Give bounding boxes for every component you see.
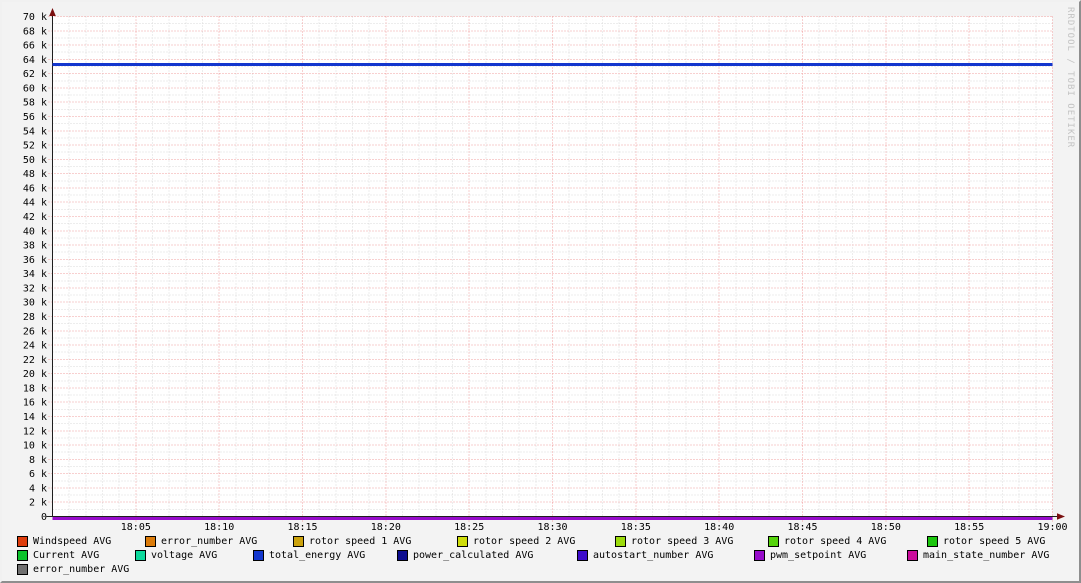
y-tick-label: 28 k bbox=[23, 312, 47, 323]
y-tick-label: 32 k bbox=[23, 283, 47, 294]
y-tick-label: 64 k bbox=[23, 55, 47, 66]
x-tick-label: 18:45 bbox=[787, 522, 817, 533]
x-tick-label: 19:00 bbox=[1037, 522, 1067, 533]
y-tick-label: 66 k bbox=[23, 41, 47, 52]
x-tick-label: 18:50 bbox=[871, 522, 901, 533]
y-tick-label: 24 k bbox=[23, 341, 47, 352]
y-tick-label: 68 k bbox=[23, 26, 47, 37]
x-tick-label: 18:25 bbox=[454, 522, 484, 533]
y-tick-label: 14 k bbox=[23, 412, 47, 423]
y-tick-label: 34 k bbox=[23, 269, 47, 280]
y-axis-arrow bbox=[49, 8, 56, 16]
y-tick-label: 70 k bbox=[23, 12, 47, 23]
y-tick-label: 0 bbox=[41, 512, 47, 523]
x-tick-label: 18:15 bbox=[287, 522, 317, 533]
y-tick-label: 54 k bbox=[23, 126, 47, 137]
x-tick-label: 18:55 bbox=[954, 522, 984, 533]
y-tick-label: 42 k bbox=[23, 212, 47, 223]
x-axis-arrow bbox=[1057, 513, 1065, 520]
y-tick-label: 58 k bbox=[23, 98, 47, 109]
y-tick-label: 26 k bbox=[23, 326, 47, 337]
y-tick-label: 20 k bbox=[23, 369, 47, 380]
y-tick-label: 56 k bbox=[23, 112, 47, 123]
rrdtool-graph: 0 2 k 4 k 6 k 8 k 10 k 12 k 14 k 16 k 18 k 20 k 22 … bbox=[0, 0, 1081, 583]
x-tick-label: 18:10 bbox=[204, 522, 234, 533]
watermark-text: RRDTOOL / TOBI OETIKER bbox=[1065, 7, 1075, 149]
y-tick-label: 4 k bbox=[29, 483, 47, 494]
y-tick-label: 2 k bbox=[29, 498, 47, 509]
y-tick-label: 8 k bbox=[29, 455, 47, 466]
y-tick-label: 10 k bbox=[23, 441, 47, 452]
y-tick-label: 62 k bbox=[23, 69, 47, 80]
y-tick-label: 30 k bbox=[23, 298, 47, 309]
y-tick-label: 46 k bbox=[23, 183, 47, 194]
x-tick-label: 18:40 bbox=[704, 522, 734, 533]
chart-canvas: 0 2 k 4 k 6 k 8 k 10 k 12 k 14 k 16 k 18 k 20 k 22 … bbox=[23, 8, 1068, 533]
y-tick-label: 22 k bbox=[23, 355, 47, 366]
y-tick-label: 44 k bbox=[23, 198, 47, 209]
y-tick-label: 52 k bbox=[23, 141, 47, 152]
y-tick-label: 50 k bbox=[23, 155, 47, 166]
y-tick-label: 60 k bbox=[23, 83, 47, 94]
y-tick-label: 38 k bbox=[23, 241, 47, 252]
x-tick-label: 18:20 bbox=[371, 522, 401, 533]
y-tick-label: 18 k bbox=[23, 383, 47, 394]
x-tick-label: 18:05 bbox=[121, 522, 151, 533]
y-tick-label: 6 k bbox=[29, 469, 47, 480]
y-tick-label: 16 k bbox=[23, 398, 47, 409]
x-tick-label: 18:35 bbox=[621, 522, 651, 533]
x-tick-label: 18:30 bbox=[537, 522, 567, 533]
y-tick-label: 48 k bbox=[23, 169, 47, 180]
y-tick-label: 40 k bbox=[23, 226, 47, 237]
y-tick-label: 36 k bbox=[23, 255, 47, 266]
y-tick-label: 12 k bbox=[23, 426, 47, 437]
